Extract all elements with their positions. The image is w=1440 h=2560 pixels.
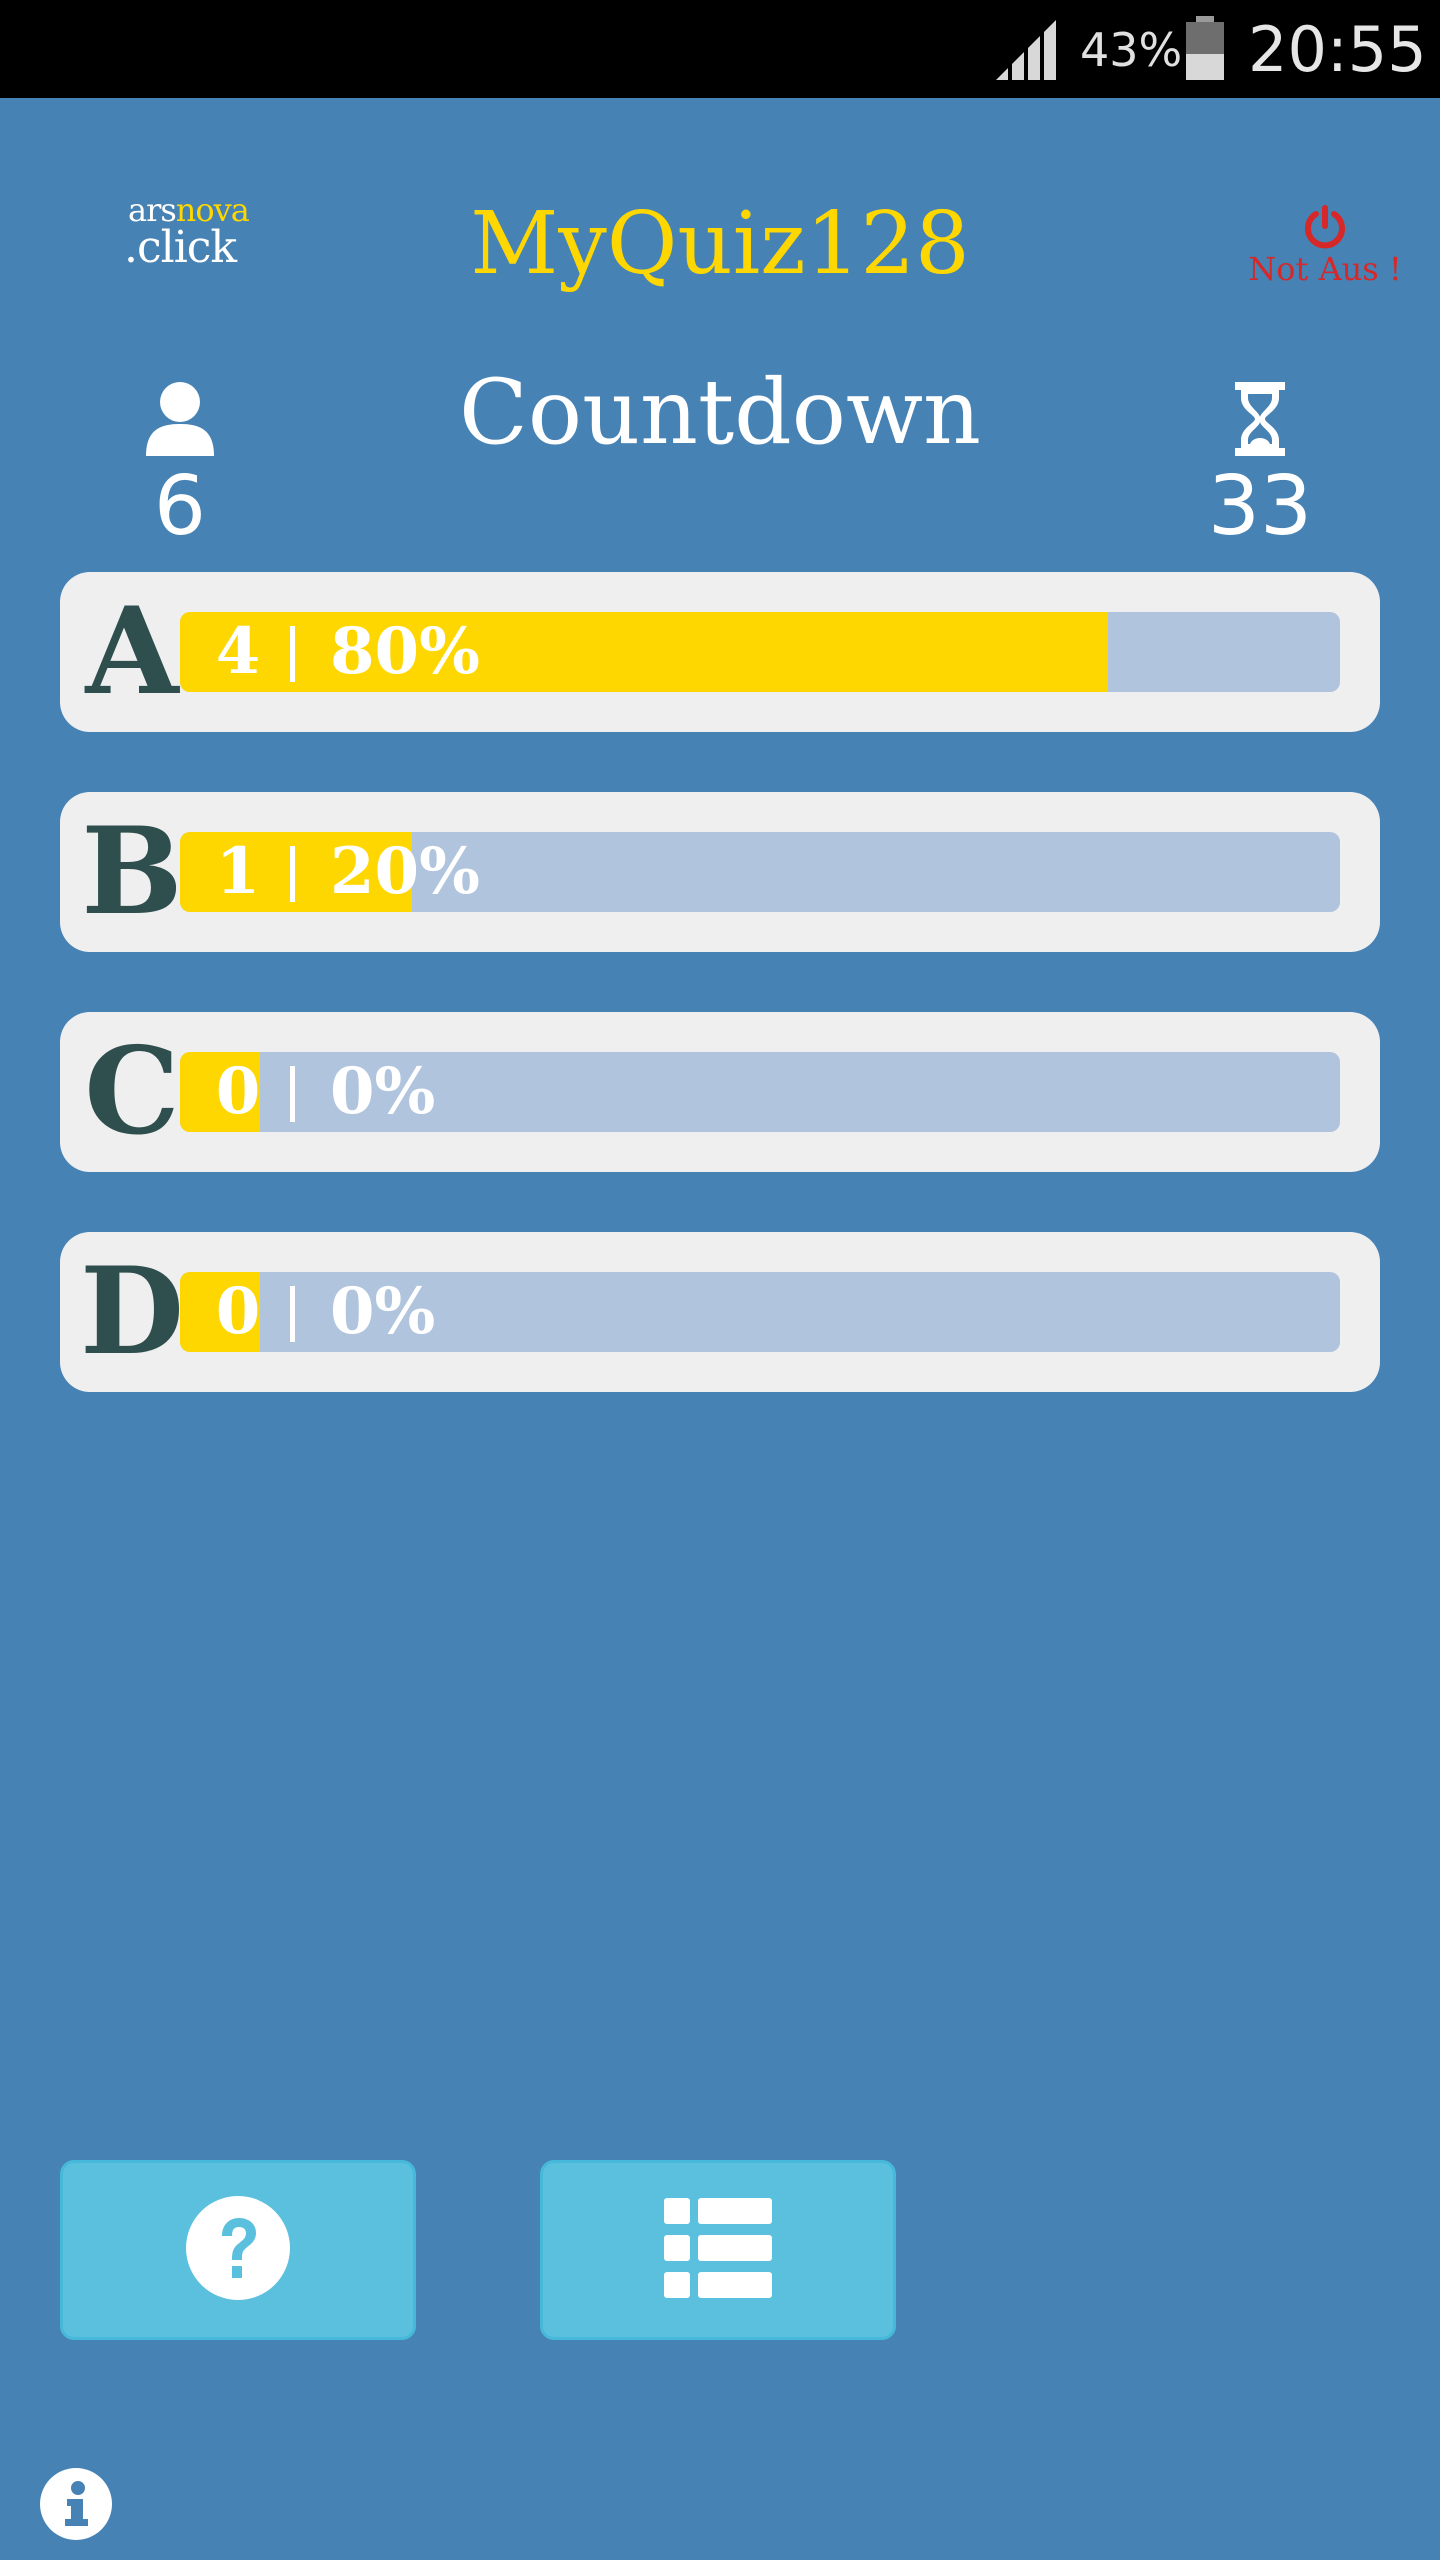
- result-bar-track: 0 0%: [180, 1272, 1340, 1352]
- bar-divider: [290, 626, 295, 682]
- power-icon: [1305, 205, 1345, 249]
- battery-icon: [1186, 16, 1224, 80]
- answer-letter: D: [79, 1241, 185, 1382]
- seconds-left: 33: [1207, 459, 1313, 554]
- participants-count: 6: [153, 459, 207, 554]
- status-bar: 43% 20:55: [0, 0, 1440, 98]
- result-bar-track: 1 20%: [180, 832, 1340, 912]
- vote-count: 0: [215, 1054, 261, 1129]
- bar-divider: [290, 846, 295, 902]
- battery-percent: 43%: [1080, 23, 1183, 77]
- result-bar-track: 0 0%: [180, 1052, 1340, 1132]
- help-button[interactable]: [60, 2160, 416, 2340]
- answer-results: A 4 80% B 1 20% C 0 0% D 0 0%: [60, 572, 1380, 1452]
- list-button[interactable]: [540, 2160, 896, 2340]
- answer-letter: C: [84, 1021, 180, 1162]
- vote-count: 1: [215, 834, 261, 909]
- vote-percent: 20%: [330, 834, 480, 909]
- answer-letter: B: [81, 801, 183, 942]
- result-bar-track: 4 80%: [180, 612, 1340, 692]
- participants-counter: 6: [120, 380, 240, 554]
- logo-bottom-line: .click: [124, 222, 237, 273]
- user-icon: [146, 382, 214, 456]
- vote-percent: 0%: [330, 1274, 436, 1349]
- answer-letter: A: [85, 581, 179, 722]
- app-title: MyQuiz128: [470, 194, 970, 294]
- vote-count: 0: [215, 1274, 261, 1349]
- bar-divider: [290, 1066, 295, 1122]
- power-off-button[interactable]: Not Aus !: [1240, 200, 1410, 300]
- clock: 20:55: [1248, 13, 1427, 86]
- logo: arsnova .click: [124, 190, 254, 280]
- vote-percent: 80%: [330, 614, 480, 689]
- answer-row-a[interactable]: A 4 80%: [60, 572, 1380, 732]
- result-bar-fill: [180, 612, 1108, 692]
- power-off-label: Not Aus !: [1248, 250, 1402, 288]
- answer-row-b[interactable]: B 1 20%: [60, 792, 1380, 952]
- question-circle-icon: [186, 2196, 290, 2300]
- bar-divider: [290, 1286, 295, 1342]
- mode-title: Countdown: [459, 360, 981, 465]
- answer-row-d[interactable]: D 0 0%: [60, 1232, 1380, 1392]
- vote-count: 4: [215, 614, 261, 689]
- info-icon: [40, 2468, 112, 2540]
- countdown-timer: 33: [1200, 380, 1320, 554]
- signal-icon: [996, 20, 1056, 80]
- list-icon: [664, 2198, 772, 2298]
- vote-percent: 0%: [330, 1054, 436, 1129]
- info-button[interactable]: [40, 2468, 112, 2540]
- answer-row-c[interactable]: C 0 0%: [60, 1012, 1380, 1172]
- hourglass-icon: [1235, 382, 1285, 456]
